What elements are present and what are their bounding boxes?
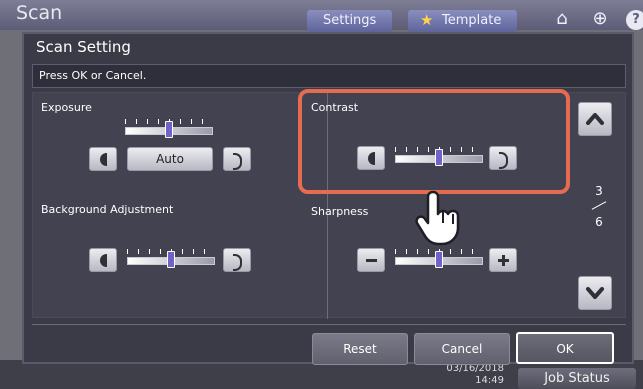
sharpness-knob[interactable] [435,251,443,268]
chevron-up-icon [586,113,604,125]
help-icon[interactable]: ? [626,10,643,30]
globe-icon[interactable]: ⊕ [588,8,612,30]
background-adjustment-label: Background Adjustment [41,203,174,216]
cancel-button[interactable]: Cancel [414,333,510,365]
background-knob[interactable] [167,251,175,268]
date-time: 03/16/2018 14:49 [446,363,504,386]
background-darker-button[interactable] [223,248,251,272]
sharpness-increase-button[interactable] [489,248,517,272]
app-title: Scan [16,2,63,24]
background-slider[interactable] [127,249,215,268]
exposure-label: Exposure [41,101,92,114]
scan-setting-dialog: Scan Setting Press OK or Cancel. Exposur… [22,32,634,364]
exposure-knob[interactable] [165,121,173,138]
template-tab-button[interactable]: ★ Template [408,10,518,32]
exposure-auto-button[interactable]: Auto [127,147,213,171]
page-total: 6 [595,215,603,229]
exposure-lighter-button[interactable] [89,147,117,171]
exposure-darker-button[interactable] [223,147,251,171]
sharpness-slider[interactable] [395,249,483,268]
background-lighter-button[interactable] [89,248,117,272]
chevron-down-icon [586,287,604,299]
scroll-up-button[interactable] [578,102,612,136]
contrast-highlight [298,89,570,194]
reset-button[interactable]: Reset [312,333,408,365]
page-current: 3 [595,184,603,198]
footer-divider [32,324,626,325]
exposure-slider[interactable] [125,119,213,138]
job-status-button[interactable]: Job Status [518,368,636,389]
scroll-down-button[interactable] [578,276,612,310]
template-label: Template [442,13,502,28]
ok-button[interactable]: OK [516,332,614,364]
message-bar: Press OK or Cancel. [32,64,626,88]
sharpness-decrease-button[interactable] [357,248,385,272]
settings-tab-button[interactable]: Settings [307,10,393,32]
dialog-title: Scan Setting [36,38,131,56]
star-icon: ★ [420,11,434,29]
home-icon[interactable]: ⌂ [550,8,574,30]
pointing-hand-icon [415,190,460,246]
message-text: Press OK or Cancel. [39,69,147,82]
sharpness-label: Sharpness [311,205,369,218]
